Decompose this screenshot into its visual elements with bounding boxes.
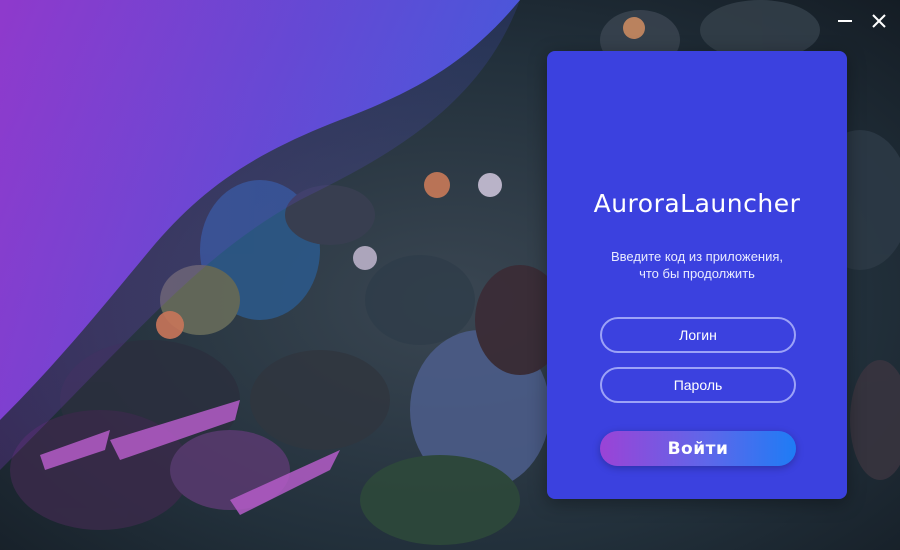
minimize-icon	[838, 20, 852, 22]
login-input[interactable]	[600, 317, 796, 353]
close-icon	[872, 14, 886, 28]
close-button[interactable]	[868, 10, 890, 32]
minimize-button[interactable]	[834, 10, 856, 32]
auth-prompt-line1: Введите код из приложения,	[610, 249, 784, 264]
app-title: AuroraLauncher	[593, 189, 801, 218]
password-input[interactable]	[600, 367, 796, 403]
window-controls	[834, 10, 890, 32]
auth-panel: AuroraLauncher Введите код из приложения…	[547, 51, 847, 499]
auth-prompt-line2: что бы продолжить	[639, 266, 755, 281]
auth-prompt: Введите код из приложения, что бы продол…	[577, 248, 817, 282]
login-button[interactable]: Войти	[600, 431, 796, 466]
